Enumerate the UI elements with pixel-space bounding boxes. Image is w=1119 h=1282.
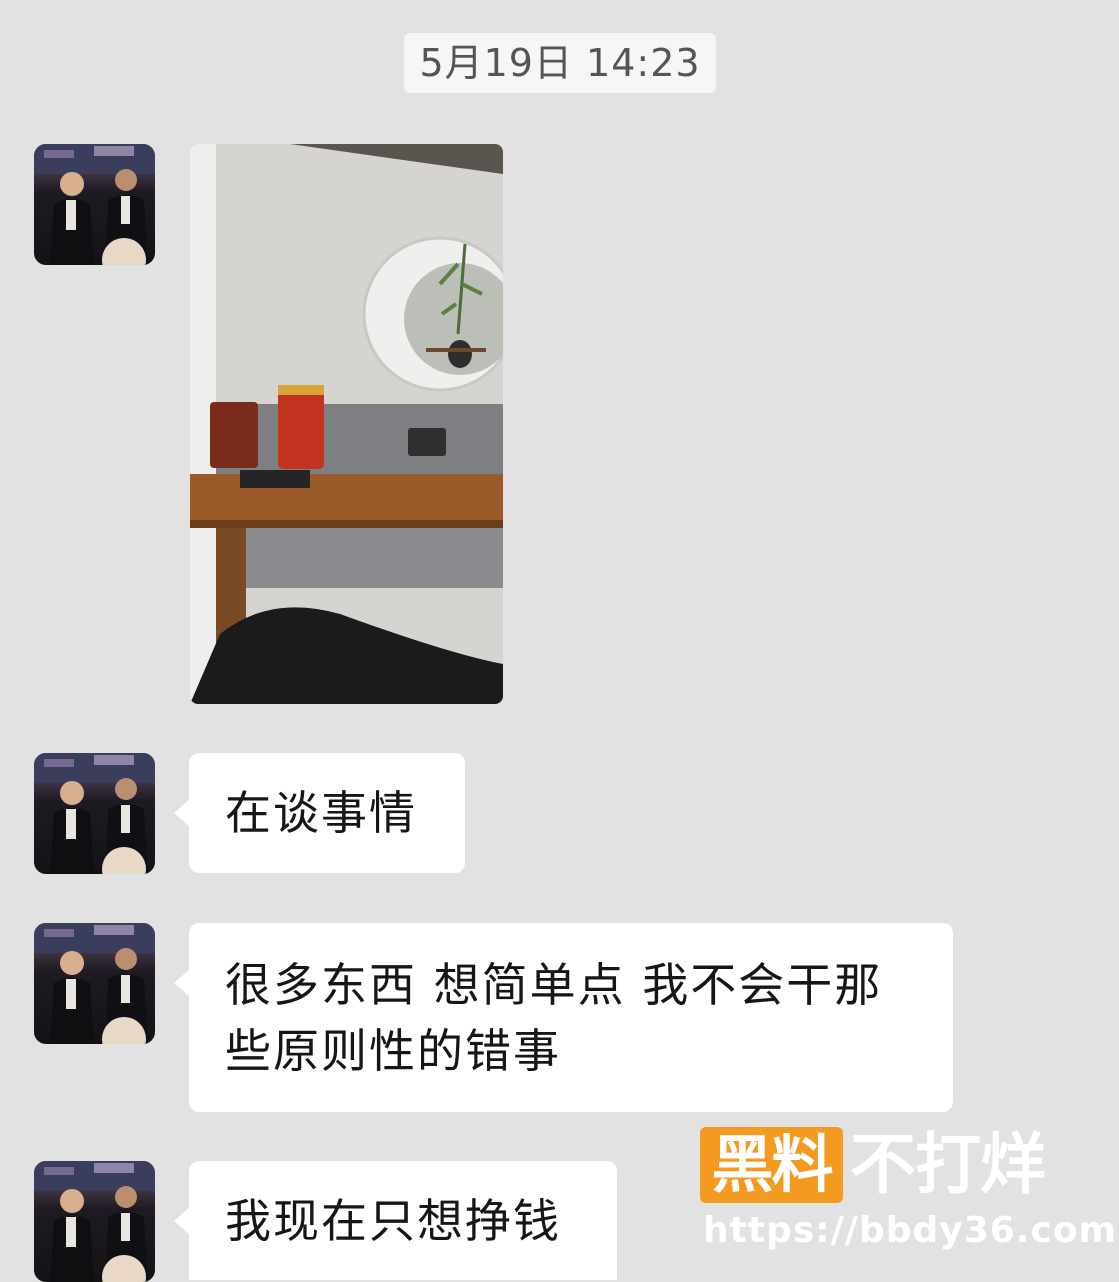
message-bubble[interactable]: 我现在只想挣钱 (174, 1161, 617, 1280)
message-text: 我现在只想挣钱 (225, 1194, 561, 1248)
message-text-line: 很多东西 想简单点 我不会干那 (225, 958, 883, 1012)
avatar[interactable] (34, 1161, 155, 1282)
watermark-text: 不打烊 (850, 1126, 1046, 1203)
watermark-url: https://bbdy36.com (703, 1210, 1118, 1251)
photo-message[interactable] (190, 144, 503, 704)
message-text-line: 些原则性的错事 (225, 1024, 561, 1078)
message-bubble[interactable]: 很多东西 想简单点 我不会干那 些原则性的错事 (174, 923, 953, 1112)
watermark-badge: 黑料 (700, 1127, 843, 1203)
chat-timestamp: 5月19日 14:23 (404, 33, 716, 93)
avatar[interactable] (34, 753, 155, 874)
avatar[interactable] (34, 923, 155, 1044)
message-bubble[interactable]: 在谈事情 (174, 753, 465, 873)
avatar[interactable] (34, 144, 155, 265)
message-text: 在谈事情 (225, 786, 417, 840)
watermark: 黑料 不打烊 https://bbdy36.com (700, 1126, 1116, 1257)
